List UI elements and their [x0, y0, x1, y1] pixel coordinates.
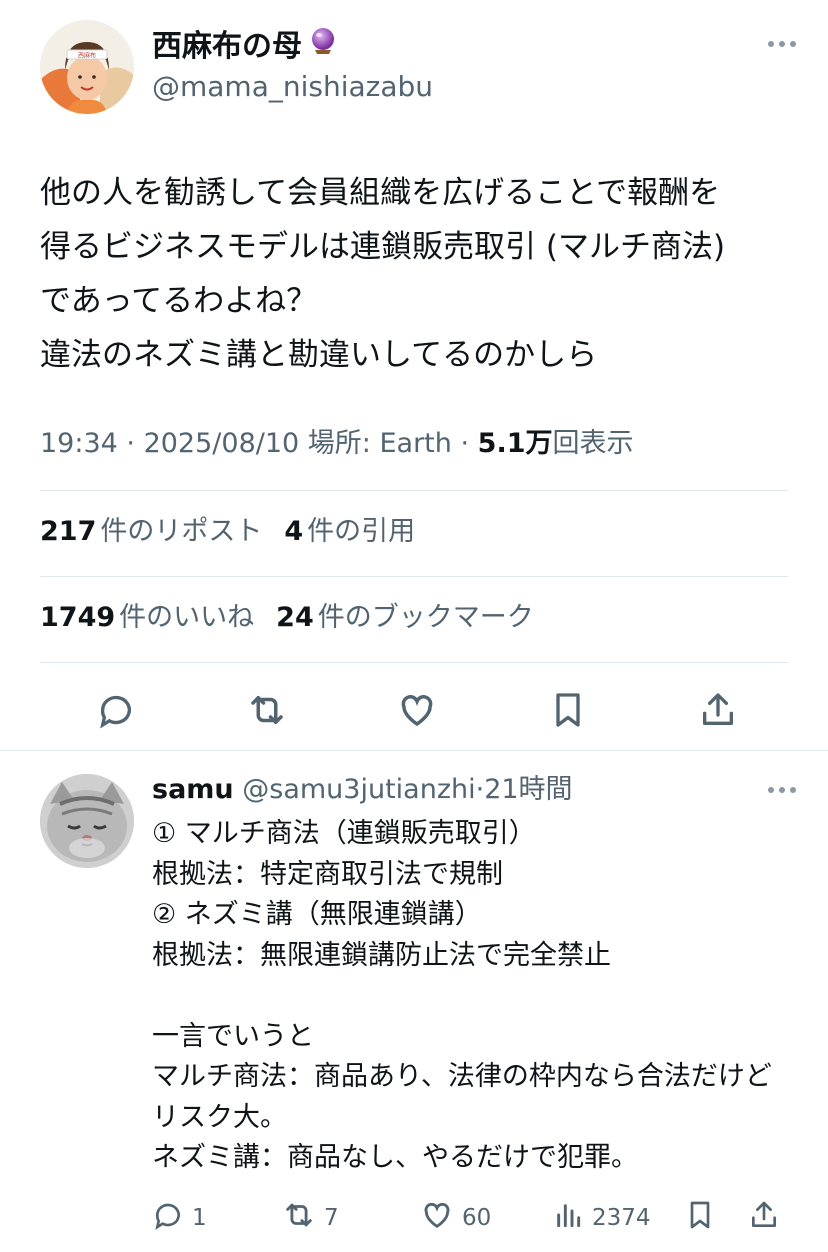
tweet-meta: 19:34 · 2025/08/10 場所: Earth · 5.1万回表示 [40, 428, 634, 459]
more-icon[interactable] [764, 780, 800, 800]
bookmark-icon[interactable] [544, 686, 592, 734]
divider [40, 662, 788, 663]
author-handle[interactable]: @mama_nishiazabu [152, 67, 433, 107]
reply-views-button[interactable]: 2374 [552, 1196, 651, 1240]
reply-bookmark-button[interactable] [684, 1196, 716, 1240]
repost-icon[interactable] [243, 686, 291, 734]
reply-author-name[interactable]: samu [152, 774, 234, 805]
reply-icon[interactable] [92, 686, 140, 734]
reposts-label: 件のリポスト [100, 516, 263, 547]
share-icon[interactable] [694, 686, 742, 734]
tweet-location: 場所: Earth [307, 428, 452, 459]
reposts-stat[interactable]: 217 件のリポスト [40, 512, 262, 552]
bookmarks-label: 件のブックマーク [317, 602, 534, 633]
views-count: 5.1万 [477, 428, 553, 459]
bookmarks-count: 24 [276, 602, 314, 633]
reply-action-bar: 1 7 60 2374 [152, 1196, 792, 1240]
bookmark-icon [684, 1199, 716, 1237]
repost-icon [282, 1198, 316, 1238]
more-icon[interactable] [764, 34, 800, 54]
reply-reply-button[interactable]: 1 [152, 1196, 207, 1240]
tweet-text: 他の人を勧誘して会員組織を広げることで報酬を 得るビジネスモデルは連鎖販売取引 … [40, 175, 726, 373]
reply-icon [152, 1199, 184, 1237]
bookmarks-stat[interactable]: 24 件のブックマーク [276, 598, 534, 638]
crystal-ball-icon [308, 26, 338, 67]
section-divider [0, 750, 828, 751]
reply-header: samu @samu3jutianzhi·21時間 [152, 774, 573, 805]
quotes-label: 件の引用 [307, 516, 416, 547]
reply-repost-count: 7 [324, 1205, 339, 1231]
reply-share-button[interactable] [748, 1196, 780, 1240]
repost-stats: 217 件のリポスト 4 件の引用 [40, 512, 415, 552]
reposts-count: 217 [40, 516, 97, 547]
tweet-date[interactable]: 2025/08/10 [144, 428, 300, 459]
reply-like-count: 60 [462, 1205, 492, 1231]
reply-author-avatar[interactable] [40, 774, 134, 868]
author-name-text: 西麻布の母 [152, 28, 302, 64]
views-label: 回表示 [552, 428, 634, 459]
reply-reply-count: 1 [192, 1205, 207, 1231]
likes-count: 1749 [40, 602, 116, 633]
quotes-count: 4 [284, 516, 304, 547]
reply-time[interactable]: 21時間 [484, 774, 572, 805]
tweet-header: 西麻布 西麻布の母 @mama_nishiazabu [40, 20, 800, 120]
likes-stat[interactable]: 1749 件のいいね [40, 598, 254, 638]
share-icon [748, 1199, 780, 1237]
divider [40, 576, 788, 577]
reply-author-handle[interactable]: @samu3jutianzhi [242, 774, 475, 805]
tweet-time[interactable]: 19:34 [40, 428, 118, 459]
author-name-block: 西麻布の母 @mama_nishiazabu [152, 26, 433, 107]
views-icon [552, 1199, 584, 1237]
quotes-stat[interactable]: 4 件の引用 [284, 512, 415, 552]
like-icon [420, 1198, 454, 1238]
avatar-headband-text: 西麻布 [78, 52, 96, 60]
author-avatar[interactable]: 西麻布 [40, 20, 134, 114]
likes-label: 件のいいね [119, 602, 255, 633]
like-icon[interactable] [393, 686, 441, 734]
like-stats: 1749 件のいいね 24 件のブックマーク [40, 598, 534, 638]
tweet-action-bar [92, 686, 742, 734]
divider [40, 490, 788, 491]
reply-repost-button[interactable]: 7 [282, 1196, 339, 1240]
reply-like-button[interactable]: 60 [420, 1196, 491, 1240]
author-display-name[interactable]: 西麻布の母 [152, 26, 433, 67]
reply-text: ① マルチ商法（連鎖販売取引） 根拠法：特定商取引法で規制 ② ネズミ講（無限連… [152, 818, 772, 1173]
reply-view-count: 2374 [592, 1205, 651, 1231]
